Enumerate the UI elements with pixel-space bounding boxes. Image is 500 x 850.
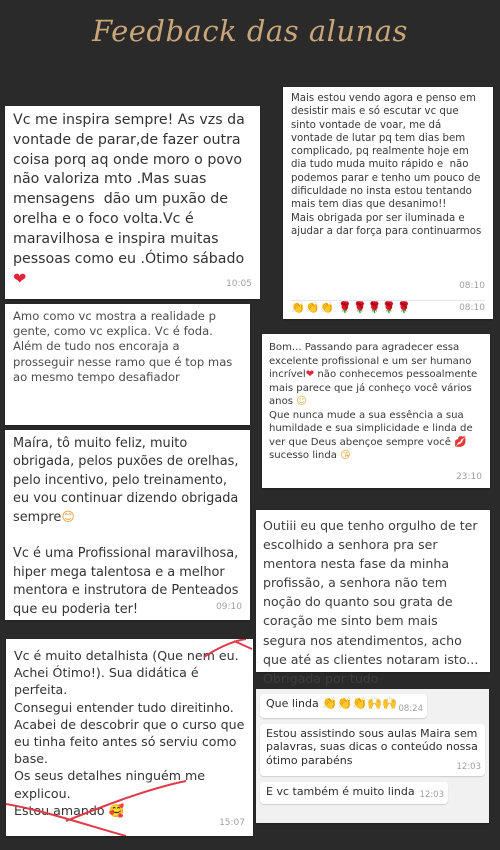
feedback-card-3: Amo como vc mostra a realidade p gente, … [5, 304, 250, 425]
feedback-card-2: Mais estou vendo agora e penso em desist… [283, 87, 493, 319]
clapping-hands-emoji: 👏👏👏🙌🙌 [322, 696, 397, 710]
feedback-text: Vc me inspira sempre! As vzs da vontade … [13, 112, 250, 289]
feedback-text: Mais estou vendo agora e penso em desist… [291, 93, 482, 237]
chat-bubble: Estou assistindo sous aulas Maira sem pa… [260, 724, 485, 776]
chat-bubble: Que linda 👏👏👏🙌🙌 08:24 [260, 694, 427, 718]
clapping-hands-emoji: 👏👏👏 [291, 301, 336, 314]
message-time: 08:10 [459, 280, 485, 291]
page-title: Feedback das alunas [92, 14, 408, 48]
message-time: 09:10 [216, 601, 242, 612]
feedback-card-1: Vc me inspira sempre! As vzs da vontade … [5, 106, 260, 299]
feedback-text: Amo como vc mostra a realidade p gente, … [13, 309, 233, 384]
message-time: 12:03 [456, 761, 482, 772]
kiss-lips-emoji: 💋 [454, 436, 467, 448]
feedback-card-6: Outiii eu que tenho orgulho de ter escol… [256, 510, 490, 686]
feedback-card-4: Bom... Passando para agradecer essa exce… [262, 334, 490, 488]
feedback-text: Maíra, tô muito feliz, muito obrigada, p… [13, 436, 243, 617]
smiling-face-hearts-emoji: 🥰 [108, 802, 125, 818]
smiling-face-emoji: 😊 [61, 509, 75, 525]
feedback-text: Bom... Passando para agradecer essa exce… [269, 342, 481, 461]
rose-emoji: 🌹🌹🌹🌹🌹 [338, 301, 412, 314]
feedback-text: Vc é muito detalhista (Que nem eu. Achei… [14, 648, 245, 818]
message-time: 10:05 [226, 279, 252, 290]
message-time: 08:24 [398, 703, 424, 714]
chat-message: E vc também é muito linda [266, 785, 415, 798]
feedback-card-5: Maíra, tô muito feliz, muito obrigada, p… [5, 430, 250, 620]
feedback-text: Outiii eu que tenho orgulho de ter escol… [263, 518, 483, 686]
message-time: 15:07 [219, 817, 245, 828]
chat-message: Estou assistindo sous aulas Maira sem pa… [266, 727, 478, 767]
chat-message: Que linda [266, 697, 323, 710]
reaction-row: 👏👏👏 🌹🌹🌹🌹🌹 08:10 [291, 300, 485, 316]
chat-screenshot-card: Que linda 👏👏👏🙌🙌 08:24 Estou assistindo s… [256, 689, 489, 823]
message-time: 12:03 [419, 789, 445, 800]
feedback-card-7: Vc é muito detalhista (Que nem eu. Achei… [6, 639, 253, 836]
chat-bubble: E vc também é muito linda 12:03 [260, 782, 448, 804]
smiling-face-emoji: ☺ [296, 396, 307, 407]
heart-emoji: ❤ [305, 369, 315, 380]
message-time: 08:10 [459, 302, 485, 313]
blowing-kiss-emoji: 😘 [340, 450, 351, 461]
heart-emoji: ❤ [13, 269, 27, 289]
message-time: 23:10 [456, 471, 482, 482]
